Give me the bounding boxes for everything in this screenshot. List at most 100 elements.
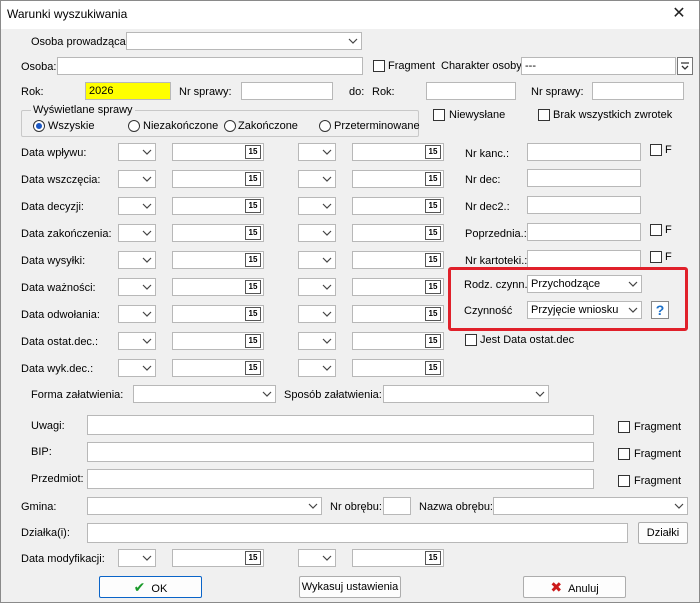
date-input-to[interactable]: 15: [352, 549, 444, 567]
nazwa-obrebu-select[interactable]: [493, 497, 688, 515]
calendar-icon[interactable]: 15: [245, 253, 261, 267]
radio-zakonczone[interactable]: [224, 120, 236, 132]
nr-sprawy-do-input[interactable]: [592, 82, 684, 100]
date-input-to[interactable]: 15: [352, 305, 444, 323]
date-operator-select-to[interactable]: [298, 305, 336, 323]
calendar-icon[interactable]: 15: [425, 361, 441, 375]
calendar-icon[interactable]: 15: [425, 145, 441, 159]
radio-niezakonczone[interactable]: [128, 120, 140, 132]
bip-fragment-checkbox[interactable]: [618, 448, 630, 460]
date-operator-select-from[interactable]: [118, 332, 156, 350]
uwagi-fragment-checkbox[interactable]: [618, 421, 630, 433]
czynnosc-select[interactable]: Przyjęcie wniosku: [527, 301, 642, 319]
date-input-to[interactable]: 15: [352, 224, 444, 242]
poprzednia-input[interactable]: [527, 223, 641, 241]
date-operator-select-from[interactable]: [118, 278, 156, 296]
date-input-to[interactable]: 15: [352, 170, 444, 188]
calendar-icon[interactable]: 15: [245, 334, 261, 348]
date-operator-select-from[interactable]: [118, 305, 156, 323]
niewyslane-checkbox[interactable]: [433, 109, 445, 121]
nr-kanc-f-checkbox[interactable]: [650, 144, 662, 156]
calendar-icon[interactable]: 15: [245, 361, 261, 375]
date-input-from[interactable]: 15: [172, 549, 264, 567]
calendar-icon[interactable]: 15: [245, 226, 261, 240]
date-operator-select-from[interactable]: [118, 359, 156, 377]
date-input-from[interactable]: 15: [172, 278, 264, 296]
date-operator-select-to[interactable]: [298, 359, 336, 377]
przedmiot-input[interactable]: [87, 469, 594, 489]
cancel-button[interactable]: ✖ Anuluj: [523, 576, 626, 598]
radio-wszyskie[interactable]: [33, 120, 45, 132]
date-input-from[interactable]: 15: [172, 305, 264, 323]
calendar-icon[interactable]: 15: [425, 280, 441, 294]
rodz-czynn-select[interactable]: Przychodzące: [527, 275, 642, 293]
date-operator-select-from[interactable]: [118, 549, 156, 567]
date-input-from[interactable]: 15: [172, 224, 264, 242]
date-input-from[interactable]: 15: [172, 332, 264, 350]
date-input-to[interactable]: 15: [352, 278, 444, 296]
calendar-icon[interactable]: 15: [425, 307, 441, 321]
date-input-from[interactable]: 15: [172, 251, 264, 269]
date-input-from[interactable]: 15: [172, 170, 264, 188]
date-input-from[interactable]: 15: [172, 359, 264, 377]
date-input-from[interactable]: 15: [172, 143, 264, 161]
bip-input[interactable]: [87, 442, 594, 462]
brak-zwrotek-checkbox[interactable]: [538, 109, 550, 121]
calendar-icon[interactable]: 15: [245, 307, 261, 321]
charakter-dropdown-button[interactable]: [677, 57, 693, 75]
rok-input[interactable]: 2026: [85, 82, 171, 100]
date-operator-select-to[interactable]: [298, 224, 336, 242]
date-operator-select-to[interactable]: [298, 170, 336, 188]
date-input-to[interactable]: 15: [352, 359, 444, 377]
calendar-icon[interactable]: 15: [245, 199, 261, 213]
date-input-to[interactable]: 15: [352, 251, 444, 269]
help-icon[interactable]: ?: [651, 301, 669, 319]
radio-przeterminowane[interactable]: [319, 120, 331, 132]
calendar-icon[interactable]: 15: [425, 551, 441, 565]
date-operator-select-to[interactable]: [298, 332, 336, 350]
nr-sprawy-input[interactable]: [241, 82, 333, 100]
close-icon[interactable]: ✕: [665, 3, 693, 25]
date-operator-select-to[interactable]: [298, 549, 336, 567]
date-operator-select-to[interactable]: [298, 197, 336, 215]
date-operator-select-from[interactable]: [118, 197, 156, 215]
calendar-icon[interactable]: 15: [425, 199, 441, 213]
calendar-icon[interactable]: 15: [245, 280, 261, 294]
date-operator-select-from[interactable]: [118, 251, 156, 269]
charakter-osoby-select[interactable]: ---: [521, 57, 676, 75]
calendar-icon[interactable]: 15: [245, 145, 261, 159]
date-operator-select-from[interactable]: [118, 143, 156, 161]
reset-button[interactable]: Wykasuj ustawienia: [299, 576, 401, 598]
osoba-fragment-checkbox[interactable]: [373, 60, 385, 72]
calendar-icon[interactable]: 15: [425, 253, 441, 267]
osoba-input[interactable]: [57, 57, 363, 75]
sposob-zalatwienia-select[interactable]: [383, 385, 549, 403]
date-operator-select-to[interactable]: [298, 251, 336, 269]
dzialki-button[interactable]: Działki: [638, 522, 688, 544]
date-operator-select-to[interactable]: [298, 143, 336, 161]
nr-kanc-input[interactable]: [527, 143, 641, 161]
nr-dec-input[interactable]: [527, 169, 641, 187]
nr-obrebu-input[interactable]: [383, 497, 411, 515]
calendar-icon[interactable]: 15: [245, 551, 261, 565]
nr-dec2-input[interactable]: [527, 196, 641, 214]
uwagi-input[interactable]: [87, 415, 594, 435]
gmina-select[interactable]: [87, 497, 322, 515]
osoba-prowadzaca-select[interactable]: [126, 32, 362, 50]
date-operator-select-from[interactable]: [118, 170, 156, 188]
date-operator-select-from[interactable]: [118, 224, 156, 242]
nr-kartoteki-input[interactable]: [527, 250, 641, 268]
date-input-to[interactable]: 15: [352, 143, 444, 161]
jest-data-checkbox[interactable]: [465, 334, 477, 346]
poprzednia-f-checkbox[interactable]: [650, 224, 662, 236]
calendar-icon[interactable]: 15: [245, 172, 261, 186]
date-input-to[interactable]: 15: [352, 197, 444, 215]
nr-kartoteki-f-checkbox[interactable]: [650, 251, 662, 263]
calendar-icon[interactable]: 15: [425, 172, 441, 186]
ok-button[interactable]: ✔ OK: [99, 576, 202, 598]
forma-zalatwienia-select[interactable]: [133, 385, 276, 403]
date-operator-select-to[interactable]: [298, 278, 336, 296]
date-input-to[interactable]: 15: [352, 332, 444, 350]
dzialki-input[interactable]: [87, 523, 628, 543]
calendar-icon[interactable]: 15: [425, 334, 441, 348]
